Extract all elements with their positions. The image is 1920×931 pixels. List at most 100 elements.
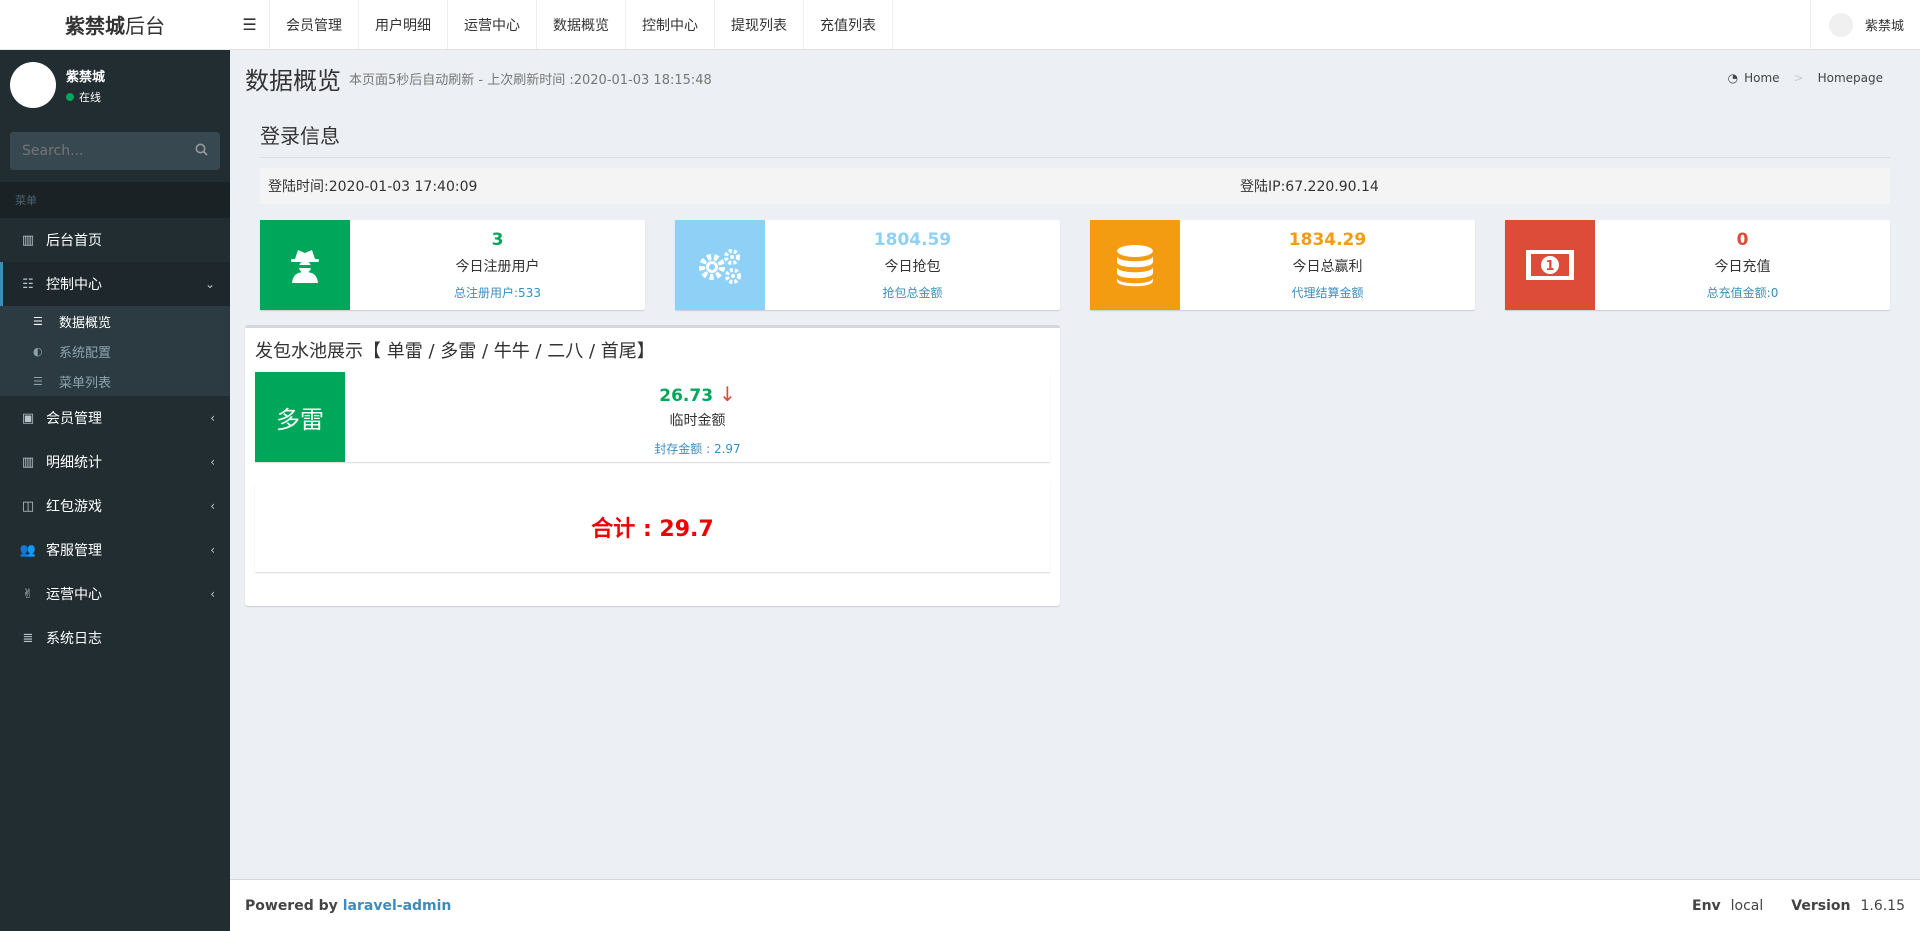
stat-box-recharge: 1 0 今日充值 总充值金额:0 [1505,220,1890,310]
dashboard-icon: ◔ [1727,71,1739,85]
brand-logo[interactable]: 紫禁城 后台 [0,0,230,50]
toggle-icon: ◐ [33,344,43,358]
laravel-admin-link[interactable]: laravel-admin [343,898,452,914]
version-label: Version [1791,897,1851,914]
submenu-label: 数据概览 [59,315,112,331]
search-input[interactable] [22,143,162,159]
env-value: local [1730,897,1764,914]
bar-chart-icon: ▥ [21,454,35,470]
breadcrumb-separator: > [1793,71,1804,85]
database-icon [1090,220,1180,310]
stat-box-profit: 1834.29 今日总赢利 代理结算金额 [1090,220,1475,310]
stat-sub-link[interactable]: 总充值金额:0 [1595,284,1890,301]
pool-panel: 发包水池展示【 单雷 / 多雷 / 牛牛 / 二八 / 首尾】 多雷 26.73… [245,325,1060,606]
search-icon[interactable] [195,143,208,160]
login-info-title: 登录信息 [260,106,1890,158]
topnav-item-withdrawals[interactable]: 提现列表 [715,0,804,49]
sidebar-item-system-logs[interactable]: ≣ 系统日志 [0,616,230,660]
main-content: 数据概览 本页面5秒后自动刷新 - 上次刷新时间 :2020-01-03 18:… [230,50,1920,879]
user-secret-icon [260,220,350,310]
menu-header: 菜单 [0,182,230,218]
submenu-item-overview[interactable]: ☰ 数据概览 [0,306,230,336]
breadcrumb-current: Homepage [1817,71,1883,85]
bar-chart-icon: ▥ [21,232,35,248]
brand-rest: 后台 [125,14,165,38]
online-dot-icon [66,92,74,101]
sidebar-avatar [10,62,56,108]
vimeo-icon: ▣ [21,410,35,426]
top-navbar: ☰ 会员管理 用户明细 运营中心 数据概览 控制中心 提现列表 充值列表 紫禁城 [230,0,1920,50]
sidebar-user-name: 紫禁城 [66,69,106,85]
sidebar: 紫禁城 在线 菜单 ▥ 后台首页 ☷ 控制中心 ⌄ ☰ 数据概览 ◐ 系统配置 ☰ 菜单列表… [0,50,230,931]
chevron-down-icon: ⌄ [204,277,215,291]
stat-sub-link[interactable]: 抢包总金额 [765,284,1060,301]
stat-value: 1804.59 [873,230,952,250]
pool-value-label: 临时金额 [669,413,726,429]
sidebar-item-label: 系统日志 [46,631,102,647]
stat-boxes: 3 今日注册用户 总注册用户:533 1804.59 今日抢包 抢包总金额 18… [260,220,1890,310]
submenu-label: 菜单列表 [59,375,112,391]
topnav-item-overview[interactable]: 数据概览 [537,0,626,49]
bars-icon: ☰ [33,314,43,328]
powered-by: Powered by [245,897,338,914]
env-label: Env [1692,897,1721,914]
arrow-down-icon: ↓ [718,382,736,406]
pool-total: 合计 : 29.7 [255,482,1050,572]
stat-value: 0 [1736,230,1749,250]
pool-sealed-amount[interactable]: 封存金额 : 2.97 [345,440,1050,457]
pool-box-duolei: 多雷 26.73 ↓ 临时金额 封存金额 : 2.97 [255,372,1050,462]
user-panel: 紫禁城 在线 [0,50,230,120]
sidebar-item-label: 会员管理 [46,411,102,427]
online-status-label: 在线 [79,90,101,104]
pool-type-label: 多雷 [255,372,345,462]
chevron-left-icon: ‹ [210,587,215,601]
version-value: 1.6.15 [1860,897,1905,914]
hamburger-icon: ☰ [242,15,257,34]
gears-icon [675,220,765,310]
online-status: 在线 [66,89,105,105]
topnav-item-recharges[interactable]: 充值列表 [804,0,893,49]
sidebar-item-redpacket-games[interactable]: ◫ 红包游戏 ‹ [0,484,230,528]
sidebar-item-customer-service[interactable]: 👥 客服管理 ‹ [0,528,230,572]
stat-label: 今日总赢利 [1292,259,1363,275]
sidebar-item-control-center[interactable]: ☷ 控制中心 ⌄ [0,262,230,306]
stat-box-grabs: 1804.59 今日抢包 抢包总金额 [675,220,1060,310]
stat-sub-link[interactable]: 总注册用户:533 [350,284,645,301]
sidebar-item-label: 客服管理 [46,543,102,559]
sidebar-toggle-button[interactable]: ☰ [230,0,270,49]
breadcrumb-home[interactable]: Home [1744,71,1779,85]
sidebar-item-label: 后台首页 [46,233,102,249]
chevron-left-icon: ‹ [210,543,215,557]
topnav-item-control[interactable]: 控制中心 [626,0,715,49]
sidebar-item-statistics[interactable]: ▥ 明细统计 ‹ [0,440,230,484]
page-subtitle: 本页面5秒后自动刷新 - 上次刷新时间 :2020-01-03 18:15:48 [349,72,712,88]
user-avatar [1828,12,1853,37]
footer: Powered by laravel-admin Env local Versi… [230,879,1920,931]
sidebar-item-operations[interactable]: ✌ 运营中心 ‹ [0,572,230,616]
submenu-item-system-config[interactable]: ◐ 系统配置 [0,336,230,366]
submenu-item-menu-list[interactable]: ☰ 菜单列表 [0,366,230,396]
stat-label: 今日注册用户 [455,259,540,275]
pool-value-number: 26.73 [659,386,714,406]
topnav-item-operations[interactable]: 运营中心 [448,0,537,49]
breadcrumb: ◔ Home > Homepage [1728,71,1905,85]
tasks-icon: ☷ [22,276,34,292]
sidebar-item-home[interactable]: ▥ 后台首页 [0,218,230,262]
stat-value: 3 [491,230,504,250]
login-info-row: 登陆时间:2020-01-03 17:40:09 登陆IP:67.220.90.… [260,168,1890,204]
chevron-left-icon: ‹ [210,411,215,425]
content-header: 数据概览 本页面5秒后自动刷新 - 上次刷新时间 :2020-01-03 18:… [245,50,1905,106]
svg-text:1: 1 [1545,259,1554,274]
topnav-item-members[interactable]: 会员管理 [270,0,359,49]
topnav-item-user-details[interactable]: 用户明细 [359,0,448,49]
stat-value: 1834.29 [1288,230,1367,250]
chevron-left-icon: ‹ [210,455,215,469]
brand-bold: 紫禁城 [65,14,125,38]
stat-sub-link[interactable]: 代理结算金额 [1180,284,1475,301]
page-title: 数据概览 [245,66,341,95]
user-menu[interactable]: 紫禁城 [1809,0,1920,49]
sidebar-item-members[interactable]: ▣ 会员管理 ‹ [0,396,230,440]
sidebar-item-label: 运营中心 [46,587,102,603]
money-icon: 1 [1505,220,1595,310]
stat-label: 今日抢包 [884,259,941,275]
